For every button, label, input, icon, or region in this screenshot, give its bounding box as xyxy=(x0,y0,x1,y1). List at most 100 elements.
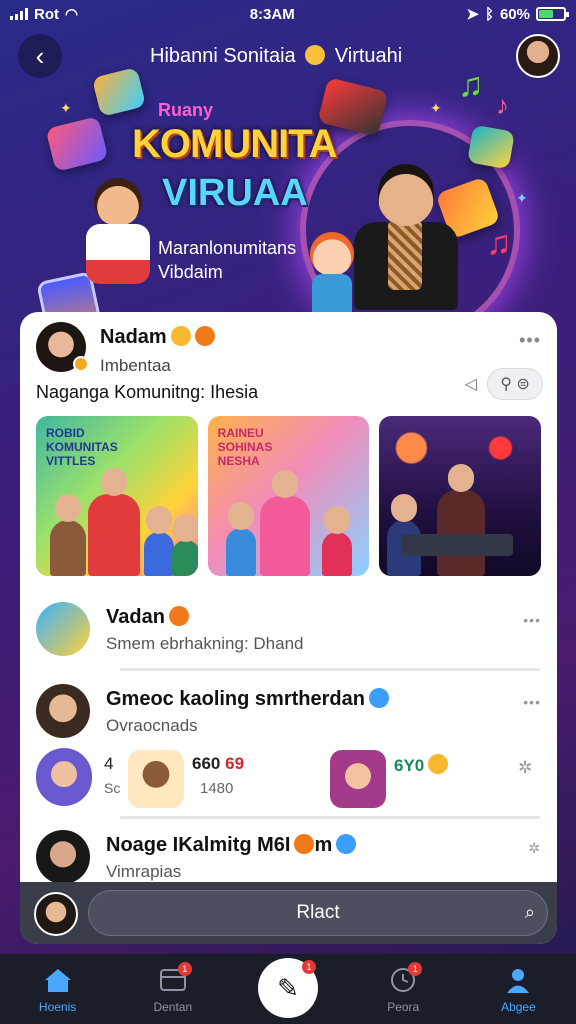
tab-label: Hoenis xyxy=(38,1000,77,1014)
member-avatar[interactable] xyxy=(128,750,184,808)
media-gallery: ROBID KOMUNITAS VITTLES RAINEU SOHINAS N… xyxy=(36,416,542,576)
media-caption: ROBID KOMUNITAS VITTLES xyxy=(46,426,118,468)
tab-profile[interactable]: Abgee xyxy=(461,954,576,1024)
group-avatar xyxy=(36,684,90,738)
notification-badge: 1 xyxy=(408,962,423,976)
tab-dentan[interactable]: 1 Dentan xyxy=(115,954,230,1024)
post-author-name[interactable]: Nadam xyxy=(100,326,215,349)
hero-title-second-line: VIRUAA xyxy=(162,172,308,214)
battery-icon xyxy=(535,7,569,21)
list-item-title-text: Vadan xyxy=(106,606,165,628)
tab-home[interactable]: Hoenis xyxy=(0,954,115,1024)
fire-emoji-icon xyxy=(194,326,215,346)
pencil-icon: ✎ xyxy=(277,972,299,1003)
status-dot-icon xyxy=(73,356,89,372)
comment-composer: Rlact ⌕ xyxy=(20,882,557,944)
share-icon[interactable]: ◁ xyxy=(465,374,477,394)
carrier-label: Rot xyxy=(34,5,59,23)
music-note-icon: ♫ xyxy=(458,66,484,104)
list-item[interactable]: Gmeoc kaoling smrtherdan Ovraocnads ••• xyxy=(36,684,541,744)
media-thumbnail[interactable]: RAINEU SOHINAS NESHA xyxy=(207,416,370,576)
send-icon[interactable]: ⌕ xyxy=(525,902,535,923)
list-item-subtitle: Ovraocnads xyxy=(106,716,198,735)
media-caption-line: NESHA xyxy=(217,454,260,468)
media-thumbnail[interactable] xyxy=(379,416,542,576)
notification-badge: 1 xyxy=(177,962,192,976)
verified-badge-icon xyxy=(336,834,357,854)
hero-subtitle: Maranlonumitans Vibdaim xyxy=(158,236,296,284)
media-caption-line: ROBID xyxy=(46,426,85,440)
list-item-subtitle: Smem ebrhakning: Dhand xyxy=(106,634,304,653)
create-post-button[interactable]: ✎ 1 xyxy=(258,958,318,1018)
hero-banner: ♫ ♪ ♫ ✦ ✦ ✦ ✦ Ruany KOMUNITA VIRUAA Mara… xyxy=(0,60,576,363)
list-item-title: Vadan xyxy=(106,606,189,629)
person-figure xyxy=(50,494,86,576)
media-thumbnail[interactable]: ROBID KOMUNITAS VITTLES xyxy=(36,416,198,576)
stat-count: 4 xyxy=(104,754,114,773)
media-caption-line: KOMUNITAS xyxy=(46,440,118,454)
stat-sub-value: 1480 xyxy=(200,780,234,797)
list-item[interactable]: Noage IKalmitg M6I m Vimrapias ✲ xyxy=(36,830,541,890)
more-options-icon[interactable]: ••• xyxy=(523,612,541,628)
stat-value-text: 6Y0 xyxy=(394,756,425,775)
more-options-icon[interactable]: ••• xyxy=(519,330,541,351)
clock-icon: 1 xyxy=(388,962,423,994)
search-filter-button[interactable]: ⚲ ⊜ xyxy=(487,368,543,400)
filter-icon: ⊜ xyxy=(516,376,530,393)
game-cube-icon xyxy=(91,67,147,117)
post-author-avatar[interactable] xyxy=(36,322,89,372)
hero-subtitle-line2: Vibdaim xyxy=(158,262,223,282)
tab-peora[interactable]: 1 Peora xyxy=(346,954,461,1024)
status-time: 8:3AM xyxy=(249,5,295,23)
list-item-subtitle: Vimrapias xyxy=(106,862,182,881)
stat-label: Sc xyxy=(104,780,121,796)
media-caption-line: SOHINAS xyxy=(217,440,273,454)
comment-input[interactable]: Rlact xyxy=(88,890,548,936)
person-figure xyxy=(144,506,174,576)
media-caption: RAINEU SOHINAS NESHA xyxy=(218,426,273,468)
sparkle-icon[interactable]: ✲ xyxy=(528,840,541,857)
sparkle-icon[interactable]: ✲ xyxy=(518,758,532,778)
grin-emoji-icon xyxy=(294,834,315,854)
wifi-icon: ◠ xyxy=(65,6,79,23)
post-text: Naganga Komunitng: Ihesia xyxy=(36,382,259,402)
music-note-icon: ♪ xyxy=(496,90,509,120)
media-caption-line: RAINEU xyxy=(217,426,264,440)
more-options-icon[interactable]: ••• xyxy=(523,694,541,710)
stat-value: 6Y0 xyxy=(394,754,449,776)
list-item-title: Noage IKalmitg M6I m xyxy=(106,834,357,857)
sparkle-icon: ✦ xyxy=(60,100,72,116)
sparkle-icon: ✦ xyxy=(430,100,442,116)
battery-percent: 60% xyxy=(499,5,530,23)
my-avatar[interactable] xyxy=(34,892,78,936)
user-icon xyxy=(503,966,533,994)
host-photo xyxy=(348,164,464,310)
list-item-title-suffix: m xyxy=(314,834,333,856)
list-item-title: Gmeoc kaoling smrtherdan xyxy=(106,688,389,711)
calendar-icon: 1 xyxy=(158,962,192,994)
hero-tag: Ruany xyxy=(158,100,214,120)
status-bar: Rot ◠ 8:3AM ➤ ᛒ 60% xyxy=(0,0,576,28)
game-cube-icon xyxy=(45,116,109,172)
cartoon-kid-illustration xyxy=(78,178,158,328)
person-figure xyxy=(88,468,140,576)
hero-subtitle-line1: Maranlonumitans xyxy=(158,238,297,258)
group-avatar xyxy=(36,830,90,884)
tab-label: Peora xyxy=(387,1000,420,1014)
verified-badge-icon xyxy=(368,688,389,708)
person-figure xyxy=(259,470,310,576)
list-item[interactable]: Vadan Smem ebrhakning: Dhand ••• xyxy=(36,602,541,662)
stats-row: 4 Sc 660 69 1480 6Y0 ✲ xyxy=(36,748,541,822)
music-note-icon: ♫ xyxy=(486,224,512,262)
grin-emoji-icon xyxy=(170,326,191,346)
tab-label: Abgee xyxy=(501,1000,536,1014)
member-avatar[interactable] xyxy=(330,750,386,808)
stat-value-text: 660 xyxy=(192,754,221,773)
location-icon: ➤ xyxy=(466,6,479,23)
sparkle-icon: ✦ xyxy=(516,190,528,206)
game-cube-icon xyxy=(467,124,515,170)
list-item-title-text: Gmeoc kaoling smrtherdan xyxy=(106,688,365,710)
person-figure xyxy=(437,464,486,576)
member-avatar[interactable] xyxy=(36,748,92,806)
signal-icon xyxy=(10,8,28,20)
